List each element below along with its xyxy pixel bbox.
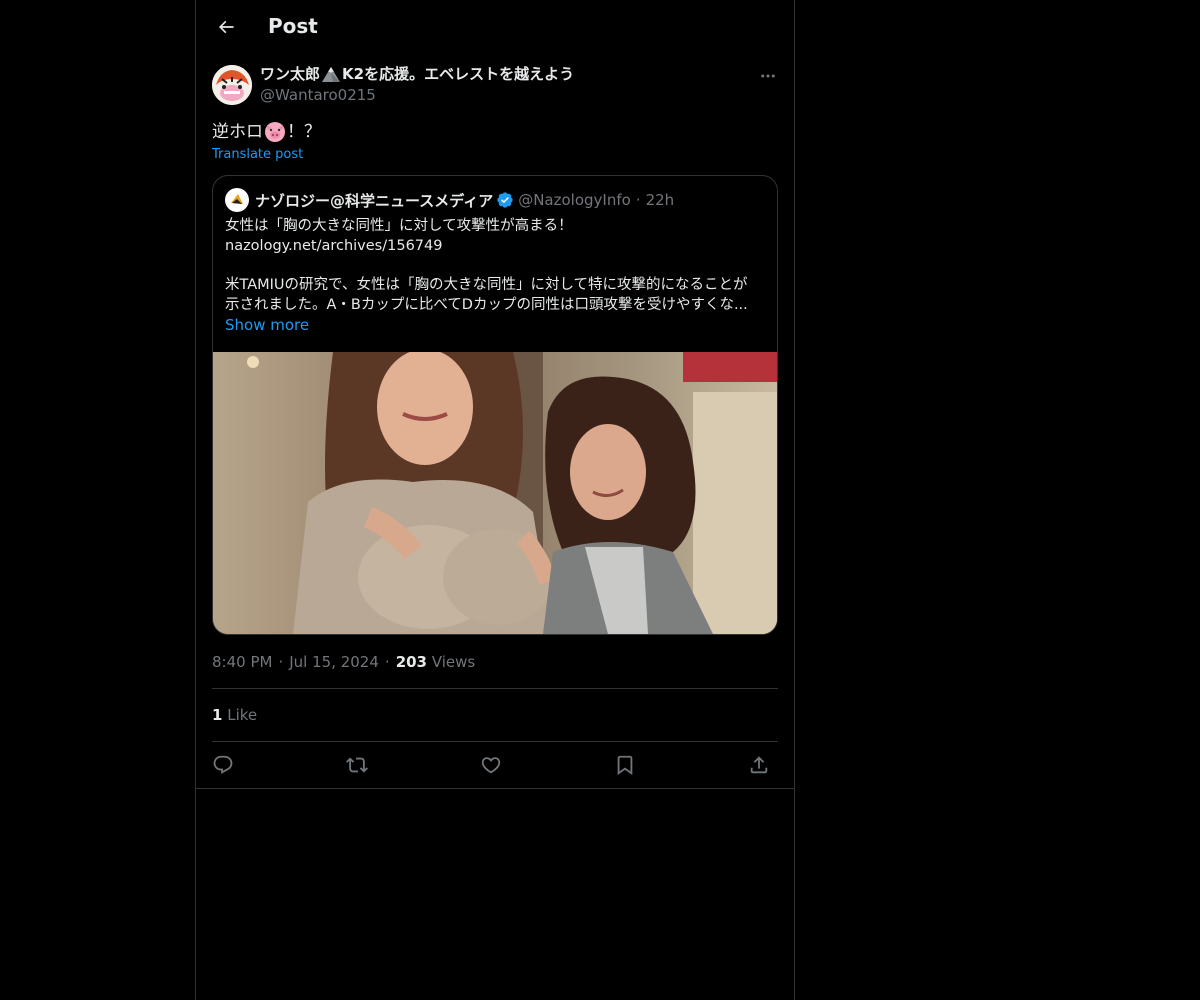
quoted-post[interactable]: ナゾロジー@科学ニュースメディア @NazologyInfo · 22h 女性は… <box>212 175 778 635</box>
arrow-left-icon <box>219 20 234 34</box>
reply-button[interactable] <box>210 752 236 778</box>
divider-top <box>212 688 778 689</box>
quote-header: ナゾロジー@科学ニュースメディア @NazologyInfo · 22h <box>225 188 674 212</box>
more-options-button[interactable] <box>756 64 780 88</box>
views-count: 203 <box>395 653 427 671</box>
avatar-image <box>212 65 252 105</box>
post-text: 逆ホロ ！？ <box>212 119 321 145</box>
likes-link[interactable]: 1 Like <box>212 704 257 726</box>
author-name-rest: K2を応援。エベレストを越えよう <box>342 65 575 83</box>
share-icon <box>750 756 768 774</box>
quote-avatar-image <box>227 190 247 210</box>
post-metadata: 8:40 PM · Jul 15, 2024 · 203 Views <box>212 653 476 671</box>
show-more-link[interactable]: Show more <box>225 315 765 335</box>
post-bottom-border <box>196 788 794 789</box>
bookmark-button[interactable] <box>612 752 638 778</box>
like-button[interactable] <box>478 752 504 778</box>
main-column: Post ワン太郎 K2を応援。エベレストを越えよう @Wantaro0215 … <box>195 0 795 1000</box>
quote-link: nazology.net/archives/156749 <box>225 238 443 254</box>
likes-count: 1 <box>212 706 223 724</box>
pig-emoji <box>265 122 285 142</box>
post-text-start: 逆ホロ <box>212 122 263 142</box>
post-date[interactable]: Jul 15, 2024 <box>289 653 379 671</box>
quote-avatar <box>225 188 249 212</box>
page-title: Post <box>268 14 318 38</box>
more-horizontal-icon <box>761 74 775 78</box>
quote-author-handle: @NazologyInfo <box>518 191 631 209</box>
share-button[interactable] <box>746 752 772 778</box>
quote-line-4: 示されました。A・Bカップに比べてDカップの同性は口頭攻撃を受けやすくな... <box>225 297 748 313</box>
quote-author-name: ナゾロジー@科学ニュースメディア <box>255 191 494 210</box>
author-handle[interactable]: @Wantaro0215 <box>260 85 376 105</box>
likes-label: Like <box>227 706 258 724</box>
post-text-end: ！？ <box>287 122 321 142</box>
verified-badge-icon <box>497 192 513 208</box>
translate-post-link[interactable]: Translate post <box>212 146 303 164</box>
reply-icon <box>213 755 233 774</box>
mountain-emoji <box>322 67 341 82</box>
quote-line-3: 米TAMIUの研究で、女性は「胸の大きな同性」に対して特に攻撃的になることが <box>225 277 748 293</box>
heart-icon <box>481 757 501 774</box>
header: Post <box>196 0 794 53</box>
action-bar <box>212 752 778 778</box>
avatar[interactable] <box>212 65 252 105</box>
repost-button[interactable] <box>344 752 370 778</box>
quote-line-1: 女性は「胸の大きな同性」に対して攻撃性が高まる！ <box>225 218 573 234</box>
repost-icon <box>346 757 368 773</box>
author-name: ワン太郎 <box>260 65 321 83</box>
divider-bottom <box>212 741 778 742</box>
post-time[interactable]: 8:40 PM <box>212 653 272 671</box>
quote-separator: · <box>635 191 641 209</box>
quote-media-image[interactable] <box>213 352 777 634</box>
photo-illustration <box>213 352 777 634</box>
author-display-name[interactable]: ワン太郎 K2を応援。エベレストを越えよう <box>260 63 574 85</box>
quote-body: 女性は「胸の大きな同性」に対して攻撃性が高まる！ nazology.net/ar… <box>225 216 765 335</box>
back-button[interactable] <box>208 9 244 45</box>
views-label: Views <box>431 653 476 671</box>
quote-timestamp: 22h <box>645 191 675 209</box>
bookmark-icon <box>617 755 633 776</box>
